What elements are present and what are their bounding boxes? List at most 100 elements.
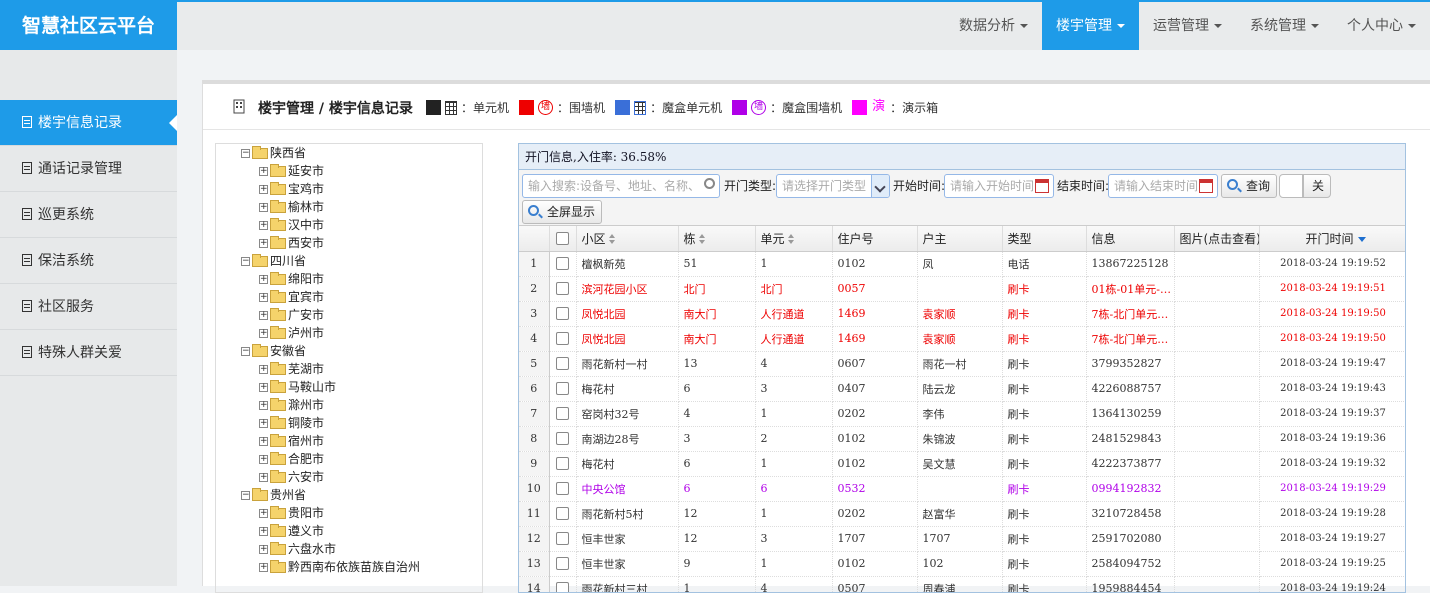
table-cell[interactable] (1174, 351, 1260, 377)
column-header[interactable]: 住户号 (832, 226, 918, 252)
expand-icon[interactable]: + (259, 454, 268, 464)
row-checkbox[interactable] (556, 407, 569, 421)
tree-city[interactable]: + 宝鸡市 (216, 180, 482, 198)
tree-city[interactable]: + 贵阳市 (216, 504, 482, 522)
table-row[interactable]: 12 恒丰世家 12 3 1707 1707 刷卡 2591702080 2018-03-24 … (519, 526, 1405, 552)
tree-city[interactable]: + 泸州市 (216, 324, 482, 342)
collapse-icon[interactable]: − (241, 346, 250, 356)
row-checkbox[interactable] (556, 532, 569, 546)
topnav-item-1[interactable]: 楼宇管理 (1042, 2, 1139, 50)
select-all-checkbox[interactable] (556, 232, 569, 246)
start-time-input[interactable]: 请输入开始时间 (944, 174, 1054, 198)
table-row[interactable]: 5 雨花新村一村 13 4 0607 雨花一村 刷卡 3799352827 2018-03-24… (519, 351, 1405, 377)
topnav-item-4[interactable]: 个人中心 (1333, 2, 1430, 50)
expand-icon[interactable]: + (259, 508, 268, 518)
row-checkbox[interactable] (556, 582, 569, 592)
collapse-icon[interactable]: − (241, 490, 250, 500)
sidebar-item-5[interactable]: 特殊人群关爱 (0, 330, 177, 376)
tree-city[interactable]: + 延安市 (216, 162, 482, 180)
row-checkbox[interactable] (556, 257, 569, 271)
expand-icon[interactable]: + (259, 472, 268, 482)
column-header[interactable]: 户主 (917, 226, 1003, 252)
row-checkbox[interactable] (556, 457, 569, 471)
table-row[interactable]: 4 凤悦北园 南大门 人行通道 1469 袁家顺 刷卡 7栋-北门单元门禁 2018-03-24… (519, 326, 1405, 352)
sort-icon[interactable] (698, 233, 705, 244)
search-icon[interactable] (704, 178, 715, 189)
expand-icon[interactable]: + (259, 418, 268, 428)
toggle-switch-knob[interactable] (1279, 174, 1303, 198)
table-row[interactable]: 6 梅花村 6 3 0407 陆云龙 刷卡 4226088757 2018-03-24 19:1… (519, 376, 1405, 402)
table-cell[interactable] (1174, 326, 1260, 352)
expand-icon[interactable]: + (259, 526, 268, 536)
table-row[interactable]: 3 凤悦北园 南大门 人行通道 1469 袁家顺 刷卡 7栋-北门单元门禁 2018-03-24… (519, 301, 1405, 327)
table-cell[interactable] (1174, 276, 1260, 302)
table-cell[interactable] (1174, 501, 1260, 527)
table-cell[interactable] (1174, 576, 1260, 592)
table-cell[interactable] (1174, 376, 1260, 402)
table-cell[interactable] (1174, 451, 1260, 477)
table-cell[interactable] (1174, 301, 1260, 327)
sort-icon[interactable] (608, 233, 615, 244)
table-cell[interactable] (1174, 401, 1260, 427)
app-brand[interactable]: 智慧社区云平台 (0, 2, 177, 50)
expand-icon[interactable]: + (259, 364, 268, 374)
collapse-icon[interactable]: − (241, 148, 250, 158)
tree-city[interactable]: + 绵阳市 (216, 270, 482, 288)
row-checkbox[interactable] (556, 557, 569, 571)
table-row[interactable]: 14 雨花新村三村 1 4 0507 周春浦 刷卡 1959884454 2018-03-24 … (519, 576, 1405, 592)
tree-city[interactable]: + 六安市 (216, 468, 482, 486)
row-checkbox[interactable] (556, 332, 569, 346)
tree-city[interactable]: + 西安市 (216, 234, 482, 252)
tree-city[interactable]: + 六盘水市 (216, 540, 482, 558)
column-header[interactable]: 图片(点击查看) (1174, 226, 1260, 252)
sort-desc-icon[interactable] (1357, 236, 1366, 242)
end-time-input[interactable]: 请输入结束时间 (1108, 174, 1218, 198)
sidebar-item-3[interactable]: 保洁系统 (0, 238, 177, 284)
fullscreen-button[interactable]: 全屏显示 (522, 200, 603, 224)
table-cell[interactable] (1174, 526, 1260, 552)
column-header[interactable]: 开门时间 (1259, 226, 1405, 252)
table-row[interactable]: 10 中央公馆 6 6 0532 刷卡 0994192832 2018-03-24 19:19… (519, 476, 1405, 502)
column-header[interactable]: 信息 (1086, 226, 1175, 252)
expand-icon[interactable]: + (259, 436, 268, 446)
tree-city[interactable]: + 滁州市 (216, 396, 482, 414)
sidebar-item-0[interactable]: 楼宇信息记录 (0, 100, 177, 146)
calendar-icon[interactable] (1035, 179, 1049, 193)
expand-icon[interactable]: + (259, 328, 268, 338)
expand-icon[interactable]: + (259, 220, 268, 230)
tree-city[interactable]: + 铜陵市 (216, 414, 482, 432)
column-header[interactable]: 类型 (1002, 226, 1087, 252)
tree-province[interactable]: − 安徽省 (216, 342, 482, 360)
calendar-icon[interactable] (1199, 179, 1213, 193)
tree-province[interactable]: − 四川省 (216, 252, 482, 270)
topnav-item-3[interactable]: 系统管理 (1236, 2, 1333, 50)
tree-city[interactable]: + 宿州市 (216, 432, 482, 450)
expand-icon[interactable]: + (259, 544, 268, 554)
table-row[interactable]: 9 梅花村 6 1 0102 吴文慧 刷卡 4222373877 2018-03-24 19:1… (519, 451, 1405, 477)
column-header[interactable]: 栋 (678, 226, 756, 252)
tree-city[interactable]: + 合肥市 (216, 450, 482, 468)
table-row[interactable]: 7 窑岗村32号 4 1 0202 李伟 刷卡 1364130259 2018-03-24 19… (519, 401, 1405, 427)
table-cell[interactable] (1174, 426, 1260, 452)
expand-icon[interactable]: + (259, 166, 268, 176)
row-checkbox[interactable] (556, 482, 569, 496)
expand-icon[interactable]: + (259, 274, 268, 284)
tree-city[interactable]: + 遵义市 (216, 522, 482, 540)
table-row[interactable]: 1 檀枫新苑 51 1 0102 凤电话 13867225128 2018-03-24 19:… (519, 251, 1405, 277)
door-type-select[interactable]: 请选择开门类型 (776, 174, 890, 198)
table-row[interactable]: 2 滨河花园小区 北门 北门 0057 刷卡 01栋-01单元-门禁 2018-03-24 1… (519, 276, 1405, 302)
expand-icon[interactable]: + (259, 310, 268, 320)
tree-city[interactable]: + 黔西南布依族苗族自治州 (216, 558, 482, 576)
sidebar-item-4[interactable]: 社区服务 (0, 284, 177, 330)
row-checkbox[interactable] (556, 307, 569, 321)
row-checkbox[interactable] (556, 432, 569, 446)
tree-province[interactable]: − 陕西省 (216, 144, 482, 162)
expand-icon[interactable]: + (259, 400, 268, 410)
toggle-switch[interactable]: 关 (1303, 174, 1332, 198)
tree-province[interactable]: − 贵州省 (216, 486, 482, 504)
table-row[interactable]: 11 雨花新村5村 12 1 0202 赵富华 刷卡 3210728458 2018-03-24… (519, 501, 1405, 527)
topnav-item-0[interactable]: 数据分析 (945, 2, 1042, 50)
sidebar-item-1[interactable]: 通话记录管理 (0, 146, 177, 192)
tree-city[interactable]: + 汉中市 (216, 216, 482, 234)
column-header[interactable]: 小区 (576, 226, 679, 252)
